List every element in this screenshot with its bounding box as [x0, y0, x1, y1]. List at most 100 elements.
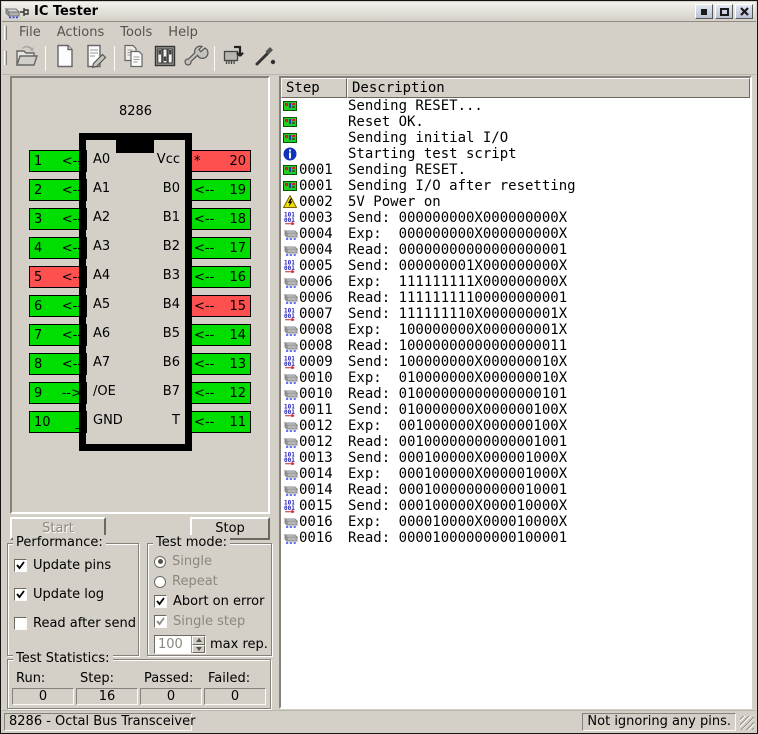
radio-icon[interactable]: [154, 576, 166, 588]
log-row[interactable]: 0012Read: 00100000000000001001: [281, 434, 750, 450]
log-row[interactable]: 00025V Power on: [281, 194, 750, 210]
log-row[interactable]: 0014Exp: 000100000X000001000X: [281, 466, 750, 482]
new-log-button[interactable]: [49, 44, 80, 73]
log-row[interactable]: 0014Read: 00010000000000010001: [281, 482, 750, 498]
toolbar-grip[interactable]: [4, 51, 7, 65]
log-row[interactable]: 0016Read: 00001000000000100001: [281, 530, 750, 546]
pin-14[interactable]: <--14: [189, 324, 251, 346]
send-icon: 101001: [281, 307, 299, 321]
pin-19[interactable]: <--19: [189, 179, 251, 201]
log-row[interactable]: 1010010007Send: 111111110X000000001X: [281, 306, 750, 322]
pin-12[interactable]: <--12: [189, 382, 251, 404]
log-row[interactable]: 0012Exp: 001000000X000000100X: [281, 418, 750, 434]
log-row[interactable]: Starting test script: [281, 146, 750, 162]
log-row[interactable]: 0010Read: 01000000000000000101: [281, 386, 750, 402]
pin-number: 5: [34, 270, 42, 285]
titlebar[interactable]: IC Tester: [2, 2, 756, 22]
log-description: Send: 000000000X000000000X: [345, 210, 567, 226]
pin-18[interactable]: <--18: [189, 208, 251, 230]
pin-11[interactable]: <--11: [189, 411, 251, 433]
resize-grip[interactable]: [740, 716, 754, 730]
settings-button[interactable]: [180, 44, 211, 73]
log-row[interactable]: 0006Exp: 111111111X000000000X: [281, 274, 750, 290]
log-row[interactable]: 0006Read: 11111111100000000001: [281, 290, 750, 306]
log-row[interactable]: Reset OK.: [281, 114, 750, 130]
log-row[interactable]: 1010010005Send: 000000001X000000000X: [281, 258, 750, 274]
log-row[interactable]: 1010010011Send: 010000000X000000100X: [281, 402, 750, 418]
log-description: Exp: 000000000X000000000X: [345, 226, 567, 242]
close-button[interactable]: [735, 4, 753, 19]
log-row[interactable]: 0001Sending RESET.: [281, 162, 750, 178]
minimize-icon: [701, 9, 707, 15]
pin-direction: *: [194, 154, 201, 169]
pin-17[interactable]: <--17: [189, 237, 251, 259]
copy-log-button[interactable]: [118, 44, 149, 73]
toolbar-items: [11, 44, 280, 73]
dip-switches-button[interactable]: [149, 44, 180, 73]
log-row[interactable]: 0004Read: 00000000000000000001: [281, 242, 750, 258]
log-description: Exp: 100000000X000000001X: [345, 322, 567, 338]
spin-down-button[interactable]: [192, 645, 205, 654]
minimize-button[interactable]: [695, 4, 713, 19]
test-ic-button[interactable]: [218, 44, 249, 73]
chip-gray-icon: [281, 243, 299, 257]
pin-direction: <--: [194, 328, 214, 343]
log-row[interactable]: Sending RESET...: [281, 98, 750, 114]
checkbox-icon[interactable]: [14, 617, 27, 630]
pin-16[interactable]: <--16: [189, 266, 251, 288]
checkbox-icon[interactable]: [14, 559, 27, 572]
info-icon: [281, 147, 299, 161]
column-header-step[interactable]: Step: [281, 78, 347, 98]
pin-13[interactable]: <--13: [189, 353, 251, 375]
menu-help[interactable]: Help: [160, 24, 206, 41]
chip-pin-label: A5: [93, 297, 110, 312]
probe-button[interactable]: [249, 44, 280, 73]
log-row[interactable]: 1010010009Send: 100000000X000000010X: [281, 354, 750, 370]
chip-pin-label: A7: [93, 355, 110, 370]
menu-actions[interactable]: Actions: [49, 24, 113, 41]
max-rep-value[interactable]: 100: [155, 636, 191, 653]
edit-log-button[interactable]: [80, 44, 111, 73]
log-row[interactable]: 0004Exp: 000000000X000000000X: [281, 226, 750, 242]
radio-repeat[interactable]: Repeat: [154, 574, 271, 589]
spin-up-button[interactable]: [192, 636, 205, 645]
log-row[interactable]: 1010010013Send: 000100000X000001000X: [281, 450, 750, 466]
checkbox-update-pins[interactable]: Update pins: [14, 558, 138, 573]
chip-pin-icon: [5, 4, 31, 20]
menu-file[interactable]: File: [11, 24, 49, 41]
probe-icon: [252, 43, 278, 73]
log-step-number: 0002: [299, 194, 345, 210]
column-header-description[interactable]: Description: [347, 78, 750, 98]
checkbox-update-log[interactable]: Update log: [14, 587, 138, 602]
checkbox-icon[interactable]: [14, 588, 27, 601]
menu-tools[interactable]: Tools: [112, 24, 160, 41]
chip-pin-label: A1: [93, 181, 110, 196]
pin-20[interactable]: *20: [189, 150, 251, 172]
pin-15[interactable]: <--15: [189, 295, 251, 317]
log-row[interactable]: Sending initial I/O: [281, 130, 750, 146]
log-description: Exp: 010000000X000000010X: [345, 370, 567, 386]
log-row[interactable]: 0008Read: 10000000000000000011: [281, 338, 750, 354]
checkbox-icon[interactable]: [154, 595, 167, 608]
log-description: Exp: 001000000X000000100X: [345, 418, 567, 434]
log-step-number: 0012: [299, 418, 345, 434]
checkbox-abort-on-error[interactable]: Abort on error: [154, 594, 271, 609]
checkbox-single-step[interactable]: Single step: [154, 614, 271, 629]
log-row[interactable]: 0001Sending I/O after resetting: [281, 178, 750, 194]
menu-items: FileActionsToolsHelp: [11, 24, 206, 41]
log-row[interactable]: 0016Exp: 000010000X000010000X: [281, 514, 750, 530]
log-row[interactable]: 1010010015Send: 000100000X000010000X: [281, 498, 750, 514]
log-row[interactable]: 0008Exp: 100000000X000000001X: [281, 322, 750, 338]
radio-icon[interactable]: [154, 556, 166, 568]
stat-label: Failed:: [204, 671, 266, 686]
chip-green-icon: [281, 115, 299, 129]
log-row[interactable]: 0010Exp: 010000000X000000010X: [281, 370, 750, 386]
checkbox-icon[interactable]: [154, 615, 167, 628]
radio-single[interactable]: Single: [154, 554, 271, 569]
menubar-grip[interactable]: [4, 26, 7, 40]
open-file-button[interactable]: [11, 44, 42, 73]
log-row[interactable]: 1010010003Send: 000000000X000000000X: [281, 210, 750, 226]
maximize-button[interactable]: [715, 4, 733, 19]
max-rep-spinner[interactable]: 100: [154, 635, 206, 654]
checkbox-read-after-send[interactable]: Read after send: [14, 616, 138, 631]
